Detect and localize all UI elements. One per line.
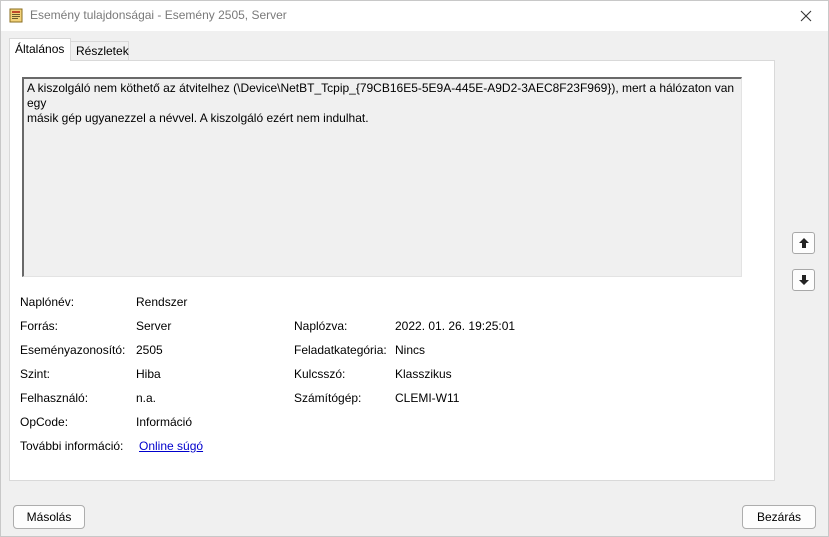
close-icon [800, 10, 812, 22]
source-label: Forrás: [20, 319, 59, 333]
previous-event-button[interactable] [792, 232, 815, 254]
task-category-value: Nincs [395, 343, 426, 357]
tab-details[interactable]: Részletek [71, 41, 129, 61]
close-window-button[interactable] [784, 1, 828, 31]
keywords-value: Klasszikus [395, 367, 452, 381]
level-value: Hiba [136, 367, 161, 381]
arrow-down-icon [798, 275, 809, 285]
copy-button[interactable]: Másolás [13, 505, 85, 529]
opcode-label: OpCode: [20, 415, 69, 429]
title-bar[interactable]: Esemény tulajdonságai - Esemény 2505, Se… [1, 1, 828, 31]
task-category-label: Feladatkategória: [294, 343, 387, 357]
opcode-value: Információ [136, 415, 193, 429]
event-properties-window: Esemény tulajdonságai - Esemény 2505, Se… [0, 0, 829, 537]
user-label: Felhasználó: [20, 391, 89, 405]
event-id-value: 2505 [136, 343, 163, 357]
event-id-label: Eseményazonosító: [20, 343, 126, 357]
arrow-up-icon [798, 238, 809, 248]
tab-general[interactable]: Általános [9, 38, 71, 61]
event-viewer-icon [9, 8, 23, 23]
log-name-value: Rendszer [136, 295, 188, 309]
next-event-button[interactable] [792, 269, 815, 291]
level-label: Szint: [20, 367, 51, 381]
logged-value: 2022. 01. 26. 19:25:01 [395, 319, 516, 333]
computer-value: CLEMI-W11 [395, 391, 460, 405]
more-info-label: További információ: [20, 439, 124, 453]
source-value: Server [136, 319, 172, 333]
online-help-link[interactable]: Online súgó [139, 439, 203, 453]
keywords-label: Kulcsszó: [294, 367, 346, 381]
log-name-label: Naplónév: [20, 295, 75, 309]
message-line-2: másik gép ugyanezzel a névvel. A kiszolg… [27, 111, 369, 125]
window-title: Esemény tulajdonságai - Esemény 2505, Se… [30, 8, 287, 22]
computer-label: Számítógép: [294, 391, 362, 405]
event-message-textbox[interactable]: A kiszolgáló nem köthető az átvitelhez (… [22, 77, 742, 277]
user-value: n.a. [136, 391, 157, 405]
message-line-1: A kiszolgáló nem köthető az átvitelhez (… [27, 81, 735, 110]
close-button[interactable]: Bezárás [742, 505, 816, 529]
logged-label: Naplózva: [294, 319, 348, 333]
